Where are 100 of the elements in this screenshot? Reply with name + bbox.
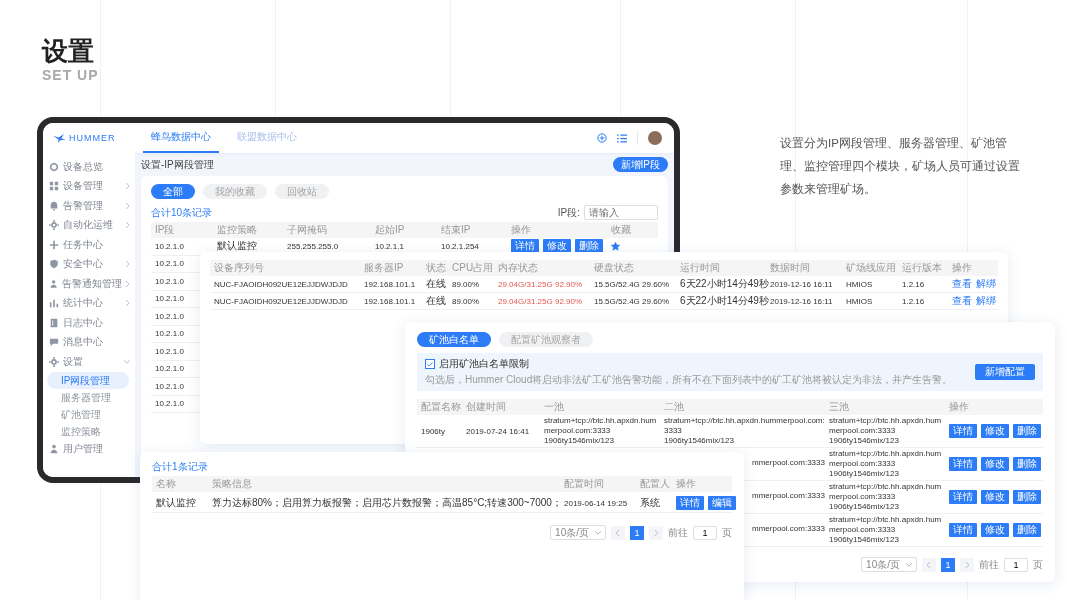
page-button[interactable]: 1 bbox=[941, 557, 955, 572]
column-header: 硬盘状态 bbox=[594, 261, 635, 275]
previous-page-button[interactable] bbox=[922, 557, 936, 572]
action-button[interactable]: 修改 bbox=[981, 457, 1009, 471]
action-button[interactable]: 修改 bbox=[981, 490, 1009, 504]
page-input[interactable]: 1 bbox=[693, 525, 717, 540]
chevron-right-icon bbox=[965, 561, 969, 568]
previous-page-button[interactable] bbox=[611, 525, 625, 540]
column-header: 策略信息 bbox=[212, 477, 253, 491]
chevron-left-icon bbox=[616, 529, 620, 536]
table-cell-text: 1906ty bbox=[421, 426, 447, 436]
column-header: 内存状态 bbox=[498, 261, 539, 275]
table-cell-text: 89.00% bbox=[452, 296, 481, 306]
sidebar-subitem[interactable]: 监控策略 bbox=[47, 422, 129, 440]
breadcrumb: 设置-IP网段管理 bbox=[141, 157, 214, 172]
grid-icon bbox=[49, 181, 59, 192]
column-header: 配置人 bbox=[640, 477, 671, 491]
column-header: 操作 bbox=[511, 223, 532, 237]
person-icon bbox=[49, 444, 59, 455]
page-unit: 页 bbox=[1033, 557, 1043, 572]
action-button[interactable]: 删除 bbox=[1013, 523, 1041, 537]
ring-icon bbox=[49, 161, 59, 172]
page-input[interactable]: 1 bbox=[1004, 557, 1028, 572]
logo-text: HUMMER bbox=[69, 133, 116, 143]
table-cell-text: 1.2.16 bbox=[902, 296, 926, 306]
column-header: 运行时间 bbox=[680, 261, 721, 275]
notice-text: 勾选后，Hummer Cloud将启动非法矿工矿池告警功能，所有不在下面列表中的矿工矿池将被认定为非法，并产生告警。 bbox=[425, 373, 953, 387]
table-cell-text: 1.2.16 bbox=[902, 279, 926, 289]
action-button[interactable]: 详情 bbox=[676, 496, 704, 510]
action-button[interactable]: 删除 bbox=[1013, 490, 1041, 504]
table-cell-text: 2019-07-24 16:41 bbox=[466, 426, 531, 436]
action-link[interactable]: 查看 bbox=[952, 294, 972, 308]
sidebar-subitem[interactable]: 矿池管理 bbox=[47, 405, 129, 423]
filter-tab[interactable]: 回收站 bbox=[275, 184, 329, 199]
action-button[interactable]: 详情 bbox=[949, 457, 977, 471]
action-button[interactable]: 删除 bbox=[1013, 457, 1041, 471]
sidebar-item[interactable]: 消息中心 bbox=[43, 332, 135, 352]
table-cell-text: 89.00% bbox=[452, 279, 481, 289]
action-link[interactable]: 解绑 bbox=[976, 294, 996, 308]
page-size-select[interactable]: 10条/页 bbox=[861, 557, 917, 572]
table-cell-text: 默认监控 bbox=[156, 496, 197, 510]
table-cell: mmerpool.com:3333 bbox=[752, 458, 825, 467]
search-field[interactable]: 请输入 bbox=[584, 205, 658, 220]
nav-tab[interactable]: 蜂鸟数据中心 bbox=[143, 123, 219, 153]
chevron-left-icon bbox=[927, 561, 931, 568]
pool-tab[interactable]: 配置矿池观察者 bbox=[499, 332, 593, 347]
action-button[interactable]: 详情 bbox=[511, 239, 539, 254]
action-link[interactable]: 查看 bbox=[952, 277, 972, 291]
avatar[interactable] bbox=[648, 131, 662, 145]
action-button[interactable]: 修改 bbox=[981, 424, 1009, 438]
page-button[interactable]: 1 bbox=[630, 525, 644, 540]
action-button[interactable]: 详情 bbox=[949, 490, 977, 504]
page-size-select[interactable]: 10条/页 bbox=[550, 525, 606, 540]
add-ip-button[interactable]: 新增IP段 bbox=[612, 157, 668, 172]
next-page-button[interactable] bbox=[649, 525, 663, 540]
column-header: 配置名称 bbox=[421, 400, 462, 414]
action-button[interactable]: 删除 bbox=[1013, 424, 1041, 438]
chevron-right-icon bbox=[126, 300, 130, 307]
action-button[interactable]: 详情 bbox=[949, 424, 977, 438]
sidebar-item[interactable]: 安全中心 bbox=[43, 254, 135, 274]
action-button[interactable]: 修改 bbox=[981, 523, 1009, 537]
sidebar-item[interactable]: 日志中心 bbox=[43, 313, 135, 333]
add-config-button[interactable]: 新增配置 bbox=[975, 364, 1035, 380]
star-icon[interactable] bbox=[611, 241, 620, 251]
sidebar-item[interactable]: 用户管理 bbox=[43, 439, 135, 459]
add-icon[interactable] bbox=[597, 133, 607, 143]
column-header: 结束IP bbox=[441, 223, 472, 237]
sidebar-item[interactable]: 设备总览 bbox=[43, 157, 135, 177]
sidebar-item[interactable]: 统计中心 bbox=[43, 293, 135, 313]
sidebar-item[interactable]: 任务中心 bbox=[43, 235, 135, 255]
pool-tab[interactable]: 矿池白名单 bbox=[417, 332, 491, 347]
column-header: 配置时间 bbox=[564, 477, 605, 491]
filter-tab[interactable]: 我的收藏 bbox=[203, 184, 267, 199]
table-cell-text: 10.2.1.0 bbox=[155, 364, 185, 374]
sidebar-item[interactable]: 自动化运维 bbox=[43, 215, 135, 235]
filter-tab[interactable]: 全部 bbox=[151, 184, 195, 199]
action-button[interactable]: 编辑 bbox=[708, 496, 736, 510]
column-header: 操作 bbox=[949, 400, 970, 414]
sidebar-item[interactable]: 告警通知管理 bbox=[43, 274, 135, 294]
column-header: 设备序列号 bbox=[214, 261, 265, 275]
sidebar-subitem[interactable]: IP网段管理 bbox=[47, 371, 129, 389]
caret-icon bbox=[595, 530, 601, 535]
table-cell: 6天22小时14分49秒 bbox=[680, 277, 770, 291]
sidebar-item[interactable]: 告警管理 bbox=[43, 196, 135, 216]
action-link[interactable]: 解绑 bbox=[976, 277, 996, 291]
table-cell-text: HMIOS bbox=[846, 279, 874, 289]
next-page-button[interactable] bbox=[960, 557, 974, 572]
column-header: 三池 bbox=[829, 400, 850, 414]
sidebar-subitem[interactable]: 服务器管理 bbox=[47, 388, 129, 406]
sidebar-item[interactable]: 设置 bbox=[43, 352, 135, 372]
chevron-right-icon bbox=[126, 222, 130, 229]
action-button[interactable]: 详情 bbox=[949, 523, 977, 537]
list-icon[interactable] bbox=[617, 133, 627, 143]
sidebar-item[interactable]: 设备管理 bbox=[43, 176, 135, 196]
action-button[interactable]: 修改 bbox=[543, 239, 571, 254]
table-cell-text: stratum+tcp://btc.hh.apxdn.hummerpool.com:3333 1906ty1546mix/123 bbox=[829, 449, 943, 479]
table-cell-text: 255.255.255.0 bbox=[287, 241, 340, 251]
checkbox[interactable] bbox=[425, 359, 435, 369]
column-header: 名称 bbox=[156, 477, 177, 491]
action-button[interactable]: 删除 bbox=[575, 239, 603, 254]
